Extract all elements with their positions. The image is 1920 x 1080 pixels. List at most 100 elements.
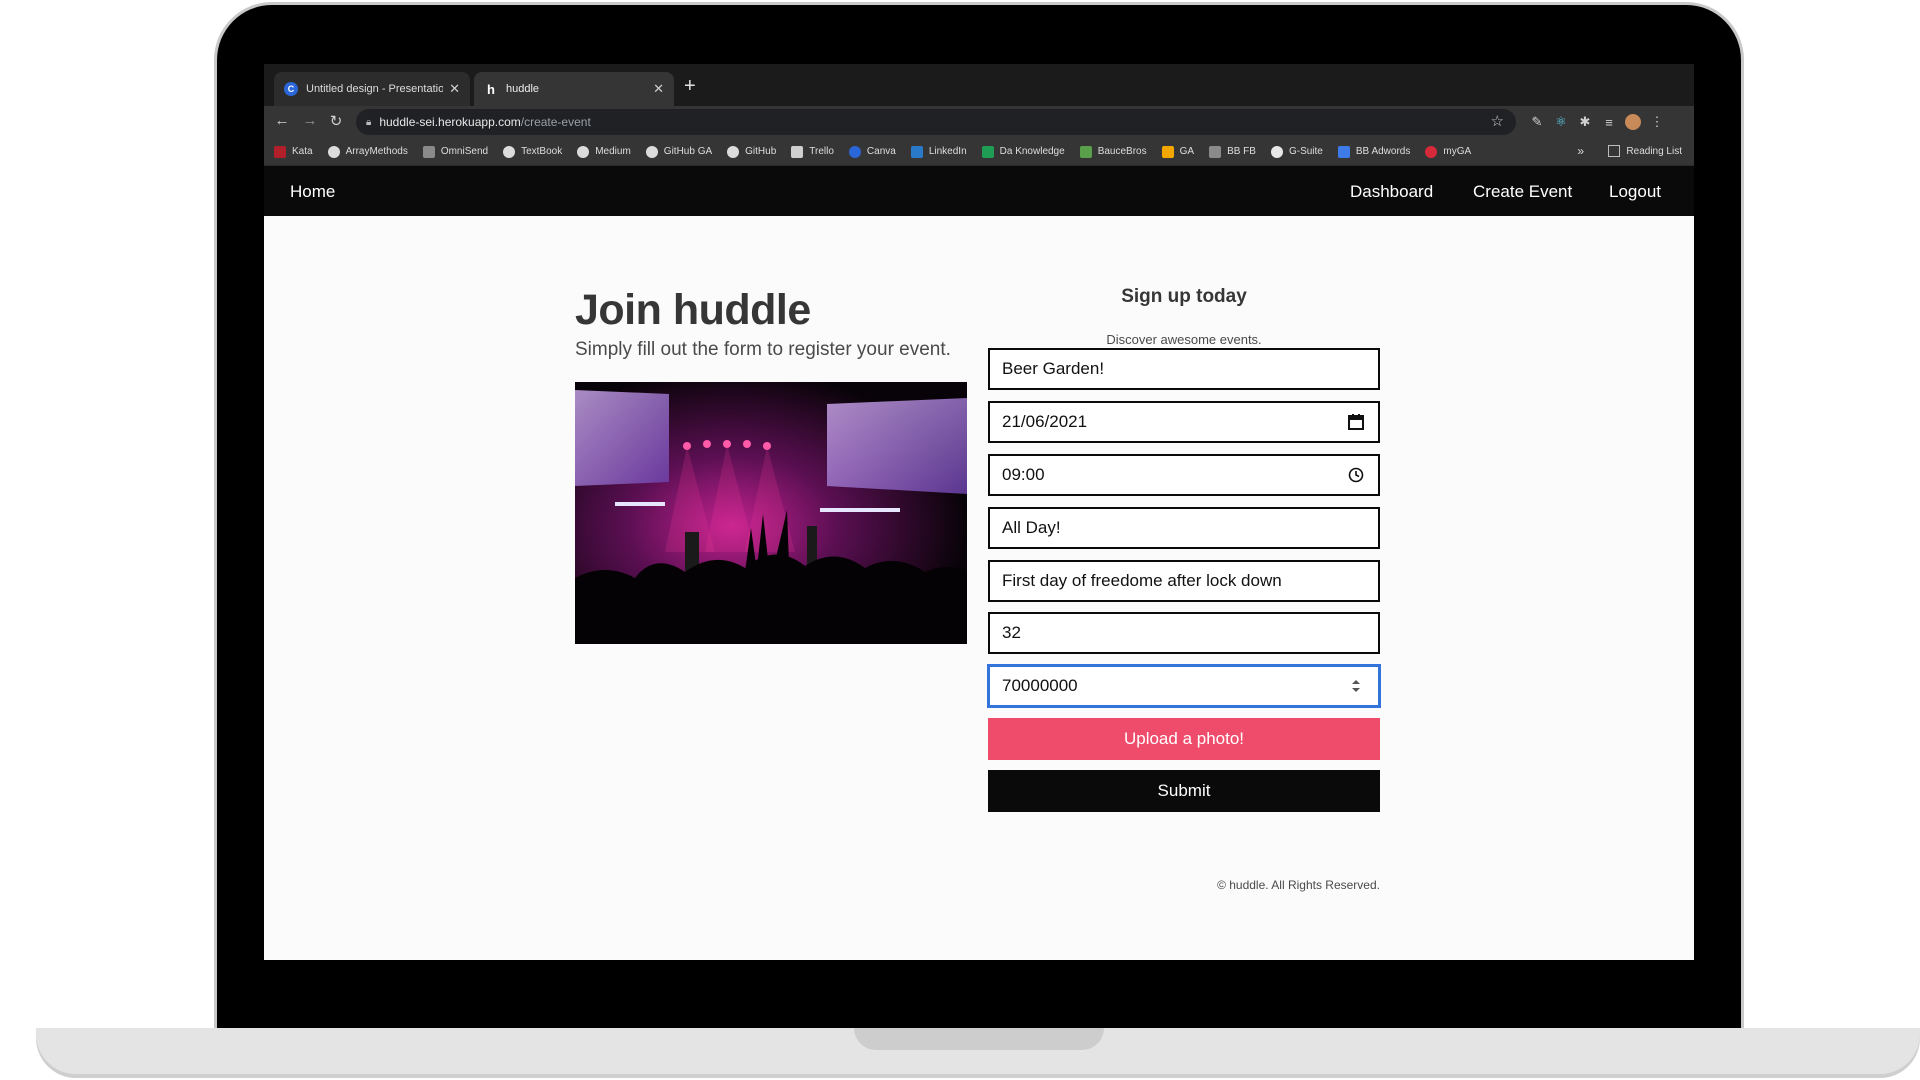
reload-icon[interactable]: ↻	[326, 112, 346, 130]
page-subtitle: Simply fill out the form to register you…	[575, 339, 951, 360]
pen-extension-icon[interactable]: ✎	[1528, 113, 1546, 131]
event-date-input[interactable]: 21/06/2021	[988, 401, 1380, 443]
folder-icon	[1209, 145, 1222, 158]
bookmark-label: ArrayMethods	[345, 146, 408, 157]
nav-create-event-link[interactable]: Create Event	[1473, 182, 1572, 202]
address-bar[interactable]: 🔒︎ huddle-sei.herokuapp.com/create-event…	[356, 109, 1516, 135]
bookmark-label: BauceBros	[1097, 146, 1147, 157]
bookmark-label: myGA	[1443, 146, 1472, 157]
browser-tab-huddle[interactable]: h huddle ✕	[474, 72, 674, 106]
bookmark-item[interactable]: Da Knowledge	[981, 145, 1065, 158]
clock-icon[interactable]	[1346, 465, 1366, 485]
bookmark-item[interactable]: Canva	[848, 145, 896, 158]
event-time-input[interactable]: 09:00	[988, 454, 1380, 496]
bookmark-item[interactable]: Kata	[274, 145, 313, 158]
nav-logout-link[interactable]: Logout	[1609, 182, 1661, 202]
tab-title: huddle	[506, 83, 540, 95]
bookmark-item[interactable]: myGA	[1425, 145, 1472, 158]
forward-arrow-icon[interactable]: →	[300, 112, 320, 129]
screenshot-stage: C Untitled design - Presentation ✕ h hud…	[0, 0, 1920, 1080]
bookmark-item[interactable]: BB Adwords	[1337, 145, 1411, 158]
bookmark-label: GA	[1179, 146, 1195, 157]
new-tab-icon[interactable]: +	[684, 76, 696, 96]
sheets-icon	[981, 145, 994, 158]
bookmark-label: Canva	[866, 146, 896, 157]
bookmark-item[interactable]: GitHub	[727, 145, 777, 158]
event-name-input[interactable]: Beer Garden!	[988, 348, 1380, 390]
bookmark-item[interactable]: Medium	[577, 145, 631, 158]
omnisend-icon	[422, 145, 435, 158]
bookmark-label: Da Knowledge	[999, 146, 1065, 157]
kata-icon	[274, 145, 286, 158]
bookmark-label: LinkedIn	[928, 146, 967, 157]
bookmark-label: TextBook	[521, 146, 563, 157]
github-icon	[503, 145, 516, 158]
spinner-icon[interactable]	[1346, 676, 1366, 696]
analytics-icon	[1161, 145, 1174, 158]
bookmarks-overflow-icon[interactable]: »	[1577, 144, 1584, 158]
bookmark-label: BB Adwords	[1355, 146, 1411, 157]
react-extension-icon[interactable]: ⚛	[1552, 113, 1570, 131]
canva-favicon-icon: C	[284, 82, 298, 96]
field-value: 21/06/2021	[1002, 412, 1088, 431]
github-icon	[727, 145, 740, 158]
event-capacity-input[interactable]: 32	[988, 612, 1380, 654]
bookmark-label: GitHub	[745, 146, 777, 157]
bookmark-item[interactable]: BauceBros	[1079, 145, 1147, 158]
bookmark-item[interactable]: TextBook	[503, 145, 563, 158]
calendar-icon[interactable]	[1346, 412, 1366, 432]
huddle-favicon-icon: h	[487, 81, 495, 97]
bookmark-label: Medium	[595, 146, 631, 157]
google-icon	[1270, 145, 1283, 158]
reading-list-button[interactable]: Reading List	[1608, 145, 1682, 157]
site-navbar: Home Dashboard Create Event Logout	[264, 166, 1694, 216]
bookmark-item[interactable]: LinkedIn	[910, 145, 967, 158]
adwords-icon	[1337, 145, 1350, 158]
bookmark-label: Trello	[809, 146, 834, 157]
profile-avatar[interactable]	[1624, 113, 1642, 131]
url-path: /create-event	[520, 115, 591, 129]
tab-close-icon[interactable]: ✕	[653, 81, 664, 97]
event-price-input[interactable]: 70000000	[988, 665, 1380, 707]
bookmark-item[interactable]: BB FB	[1209, 145, 1256, 158]
lock-icon: 🔒︎	[366, 116, 372, 128]
bookmark-label: OmniSend	[440, 146, 489, 157]
reading-list-icon	[1608, 145, 1621, 157]
field-value: All Day!	[1002, 518, 1061, 537]
upload-photo-button[interactable]: Upload a photo!	[988, 718, 1380, 760]
media-queue-icon[interactable]: ≡	[1600, 113, 1618, 131]
event-duration-input[interactable]: All Day!	[988, 507, 1380, 549]
submit-button[interactable]: Submit	[988, 770, 1380, 812]
browser-tab-canva[interactable]: C Untitled design - Presentation ✕	[274, 72, 470, 106]
bookmark-item[interactable]: Trello	[791, 145, 834, 158]
bookmark-star-icon[interactable]: ☆	[1491, 112, 1504, 130]
bookmark-item[interactable]: OmniSend	[422, 145, 489, 158]
nav-home-link[interactable]: Home	[290, 182, 335, 202]
reading-list-label: Reading List	[1626, 145, 1682, 157]
linkedin-icon	[910, 145, 923, 158]
page-title: Join huddle	[575, 286, 811, 334]
bookmark-label: GitHub GA	[663, 146, 713, 157]
browser-menu-icon[interactable]: ⋮	[1648, 113, 1666, 131]
nav-dashboard-link[interactable]: Dashboard	[1350, 182, 1433, 202]
tab-close-icon[interactable]: ✕	[449, 81, 460, 97]
github-icon	[645, 145, 658, 158]
canva-icon	[848, 145, 861, 158]
field-value: 09:00	[1002, 465, 1045, 484]
field-value: 32	[1002, 623, 1021, 642]
back-arrow-icon[interactable]: ←	[272, 112, 292, 129]
tab-title: Untitled design - Presentation	[306, 83, 444, 95]
extensions-puzzle-icon[interactable]: ✱	[1576, 113, 1594, 131]
field-value: 70000000	[1002, 676, 1078, 695]
trello-icon	[791, 145, 804, 158]
bookmark-item[interactable]: G-Suite	[1270, 145, 1323, 158]
event-description-input[interactable]: First day of freedome after lock down	[988, 560, 1380, 602]
bookmark-item[interactable]: GitHub GA	[645, 145, 713, 158]
bookmark-item[interactable]: ArrayMethods	[327, 145, 408, 158]
url-host: huddle-sei.herokuapp.com	[379, 115, 521, 129]
bookmark-item[interactable]: GA	[1161, 145, 1195, 158]
myga-icon	[1425, 145, 1438, 158]
bookmark-label: Kata	[292, 146, 313, 157]
medium-icon	[327, 145, 340, 158]
browser-toolbar: ← → ↻ 🔒︎ huddle-sei.herokuapp.com/create…	[264, 106, 1694, 138]
